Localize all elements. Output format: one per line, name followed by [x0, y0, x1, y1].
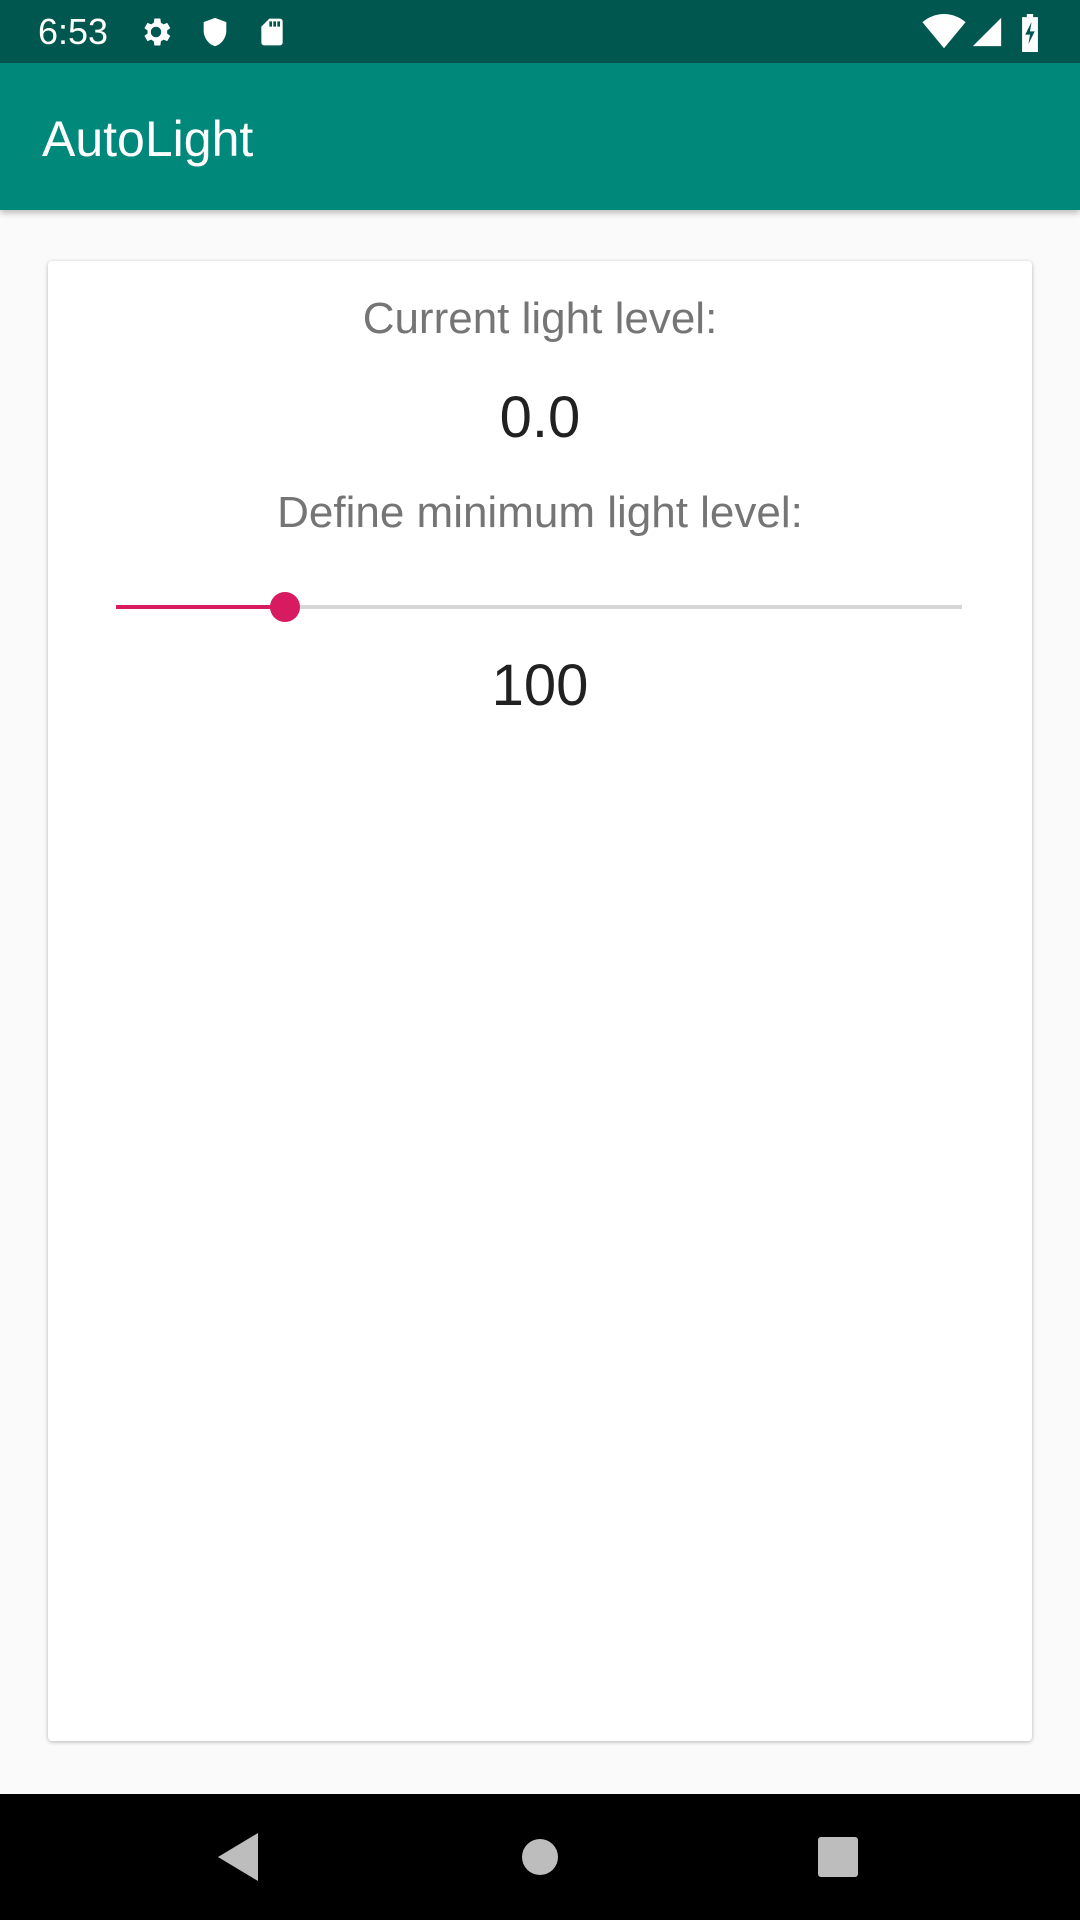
sd-card-icon — [256, 14, 288, 55]
min-light-slider[interactable] — [116, 577, 962, 637]
settings-icon — [138, 14, 174, 55]
back-icon[interactable] — [214, 1827, 262, 1892]
app-title: AutoLight — [42, 111, 254, 167]
current-light-value: 0.0 — [499, 385, 581, 450]
app-bar: AutoLight — [0, 63, 1080, 210]
recents-icon[interactable] — [816, 1827, 860, 1892]
light-settings-card: Current light level: 0.0 Define minimum … — [48, 261, 1032, 1741]
navigation-bar — [0, 1794, 1080, 1920]
current-light-label: Current light level: — [362, 294, 718, 343]
shield-icon — [198, 14, 232, 55]
signal-icon — [970, 14, 1004, 55]
min-light-value: 100 — [491, 653, 589, 718]
status-time: 6:53 — [38, 11, 109, 52]
wifi-icon — [922, 14, 966, 55]
slider-fill — [116, 605, 286, 609]
status-bar: 6:53 — [0, 0, 1080, 63]
min-light-label: Define minimum light level: — [277, 488, 803, 537]
home-icon[interactable] — [519, 1827, 561, 1892]
battery-charging-icon — [1018, 14, 1042, 57]
slider-thumb[interactable] — [270, 592, 301, 622]
